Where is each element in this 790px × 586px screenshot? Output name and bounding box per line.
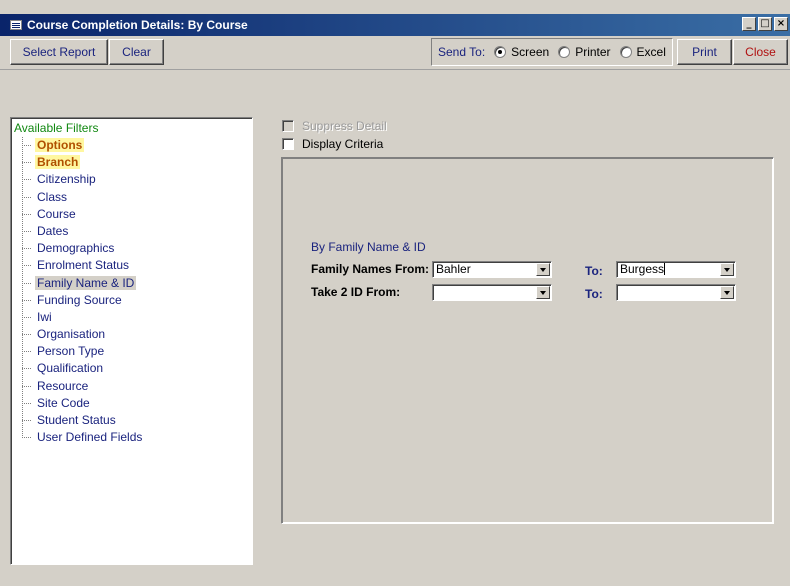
chevron-down-icon[interactable] (536, 263, 550, 276)
select-report-button[interactable]: Select Report (10, 39, 108, 65)
family-names-to-label: To: (585, 264, 603, 278)
tree-item-student-status[interactable]: Student Status (22, 412, 252, 429)
suppress-detail-checkbox[interactable] (282, 120, 294, 132)
toolbar: Select Report Clear Send To: Screen Prin… (0, 36, 790, 70)
tree-item-branch[interactable]: Branch (22, 154, 252, 171)
form-icon (10, 20, 22, 30)
send-to-label: Send To: (438, 45, 486, 59)
tree-item-person-type[interactable]: Person Type (22, 343, 252, 360)
display-criteria-label: Display Criteria (302, 137, 384, 151)
tree-item-resource[interactable]: Resource (22, 378, 252, 395)
screen-radio[interactable] (494, 46, 507, 58)
take2-id-to-combo[interactable] (616, 284, 736, 301)
tree-item-dates[interactable]: Dates (22, 223, 252, 240)
close-window-button[interactable]: × (774, 17, 788, 31)
minimize-button[interactable]: _ (742, 17, 756, 31)
tree-item-enrolment-status[interactable]: Enrolment Status (22, 257, 252, 274)
tree-item-qualification[interactable]: Qualification (22, 360, 252, 377)
tree-item-iwi[interactable]: Iwi (22, 309, 252, 326)
excel-radio[interactable] (619, 46, 632, 58)
take2-id-to-label: To: (585, 287, 603, 301)
tree-item-organisation[interactable]: Organisation (22, 326, 252, 343)
printer-radio[interactable] (558, 46, 571, 58)
title-bar: Course Completion Details: By Course _ □… (0, 14, 790, 36)
panel-title: By Family Name & ID (311, 240, 426, 254)
tree-items: Options Branch Citizenship Class Course … (22, 137, 252, 446)
filter-tree[interactable]: Available Filters Options Branch Citizen… (10, 117, 253, 565)
tree-item-demographics[interactable]: Demographics (22, 240, 252, 257)
window-controls: _ □ × (742, 17, 788, 31)
printer-option-label[interactable]: Printer (575, 45, 610, 59)
print-button[interactable]: Print (677, 39, 732, 65)
display-criteria-checkbox[interactable] (282, 138, 294, 150)
tree-item-site-code[interactable]: Site Code (22, 395, 252, 412)
criteria-panel (281, 157, 774, 524)
send-to-group: Send To: Screen Printer Excel (431, 38, 673, 66)
take2-id-from-label: Take 2 ID From: (311, 285, 401, 299)
family-names-to-value: Burgess (620, 262, 665, 276)
tree-item-user-defined-fields[interactable]: User Defined Fields (22, 429, 252, 446)
maximize-button[interactable]: □ (758, 17, 772, 31)
tree-item-course[interactable]: Course (22, 206, 252, 223)
chevron-down-icon[interactable] (720, 263, 734, 276)
window-title: Course Completion Details: By Course (27, 18, 248, 32)
tree-root-available-filters[interactable]: Available Filters (14, 120, 252, 137)
tree-item-family-name-id[interactable]: Family Name & ID (22, 275, 252, 292)
chevron-down-icon[interactable] (720, 286, 734, 299)
take2-id-from-combo[interactable] (432, 284, 552, 301)
screen-option-label[interactable]: Screen (511, 45, 549, 59)
chevron-down-icon[interactable] (536, 286, 550, 299)
family-names-from-value: Bahler (436, 262, 471, 276)
family-names-from-combo[interactable]: Bahler (432, 261, 552, 278)
family-names-from-label: Family Names From: (311, 262, 430, 276)
suppress-detail-label: Suppress Detail (302, 119, 387, 133)
close-button[interactable]: Close (733, 39, 788, 65)
text-caret (664, 263, 666, 275)
clear-button[interactable]: Clear (109, 39, 164, 65)
tree-item-citizenship[interactable]: Citizenship (22, 171, 252, 188)
tree-item-funding-source[interactable]: Funding Source (22, 292, 252, 309)
tree-item-options[interactable]: Options (22, 137, 252, 154)
family-names-to-combo[interactable]: Burgess (616, 261, 736, 278)
tree-item-class[interactable]: Class (22, 189, 252, 206)
excel-option-label[interactable]: Excel (637, 45, 666, 59)
